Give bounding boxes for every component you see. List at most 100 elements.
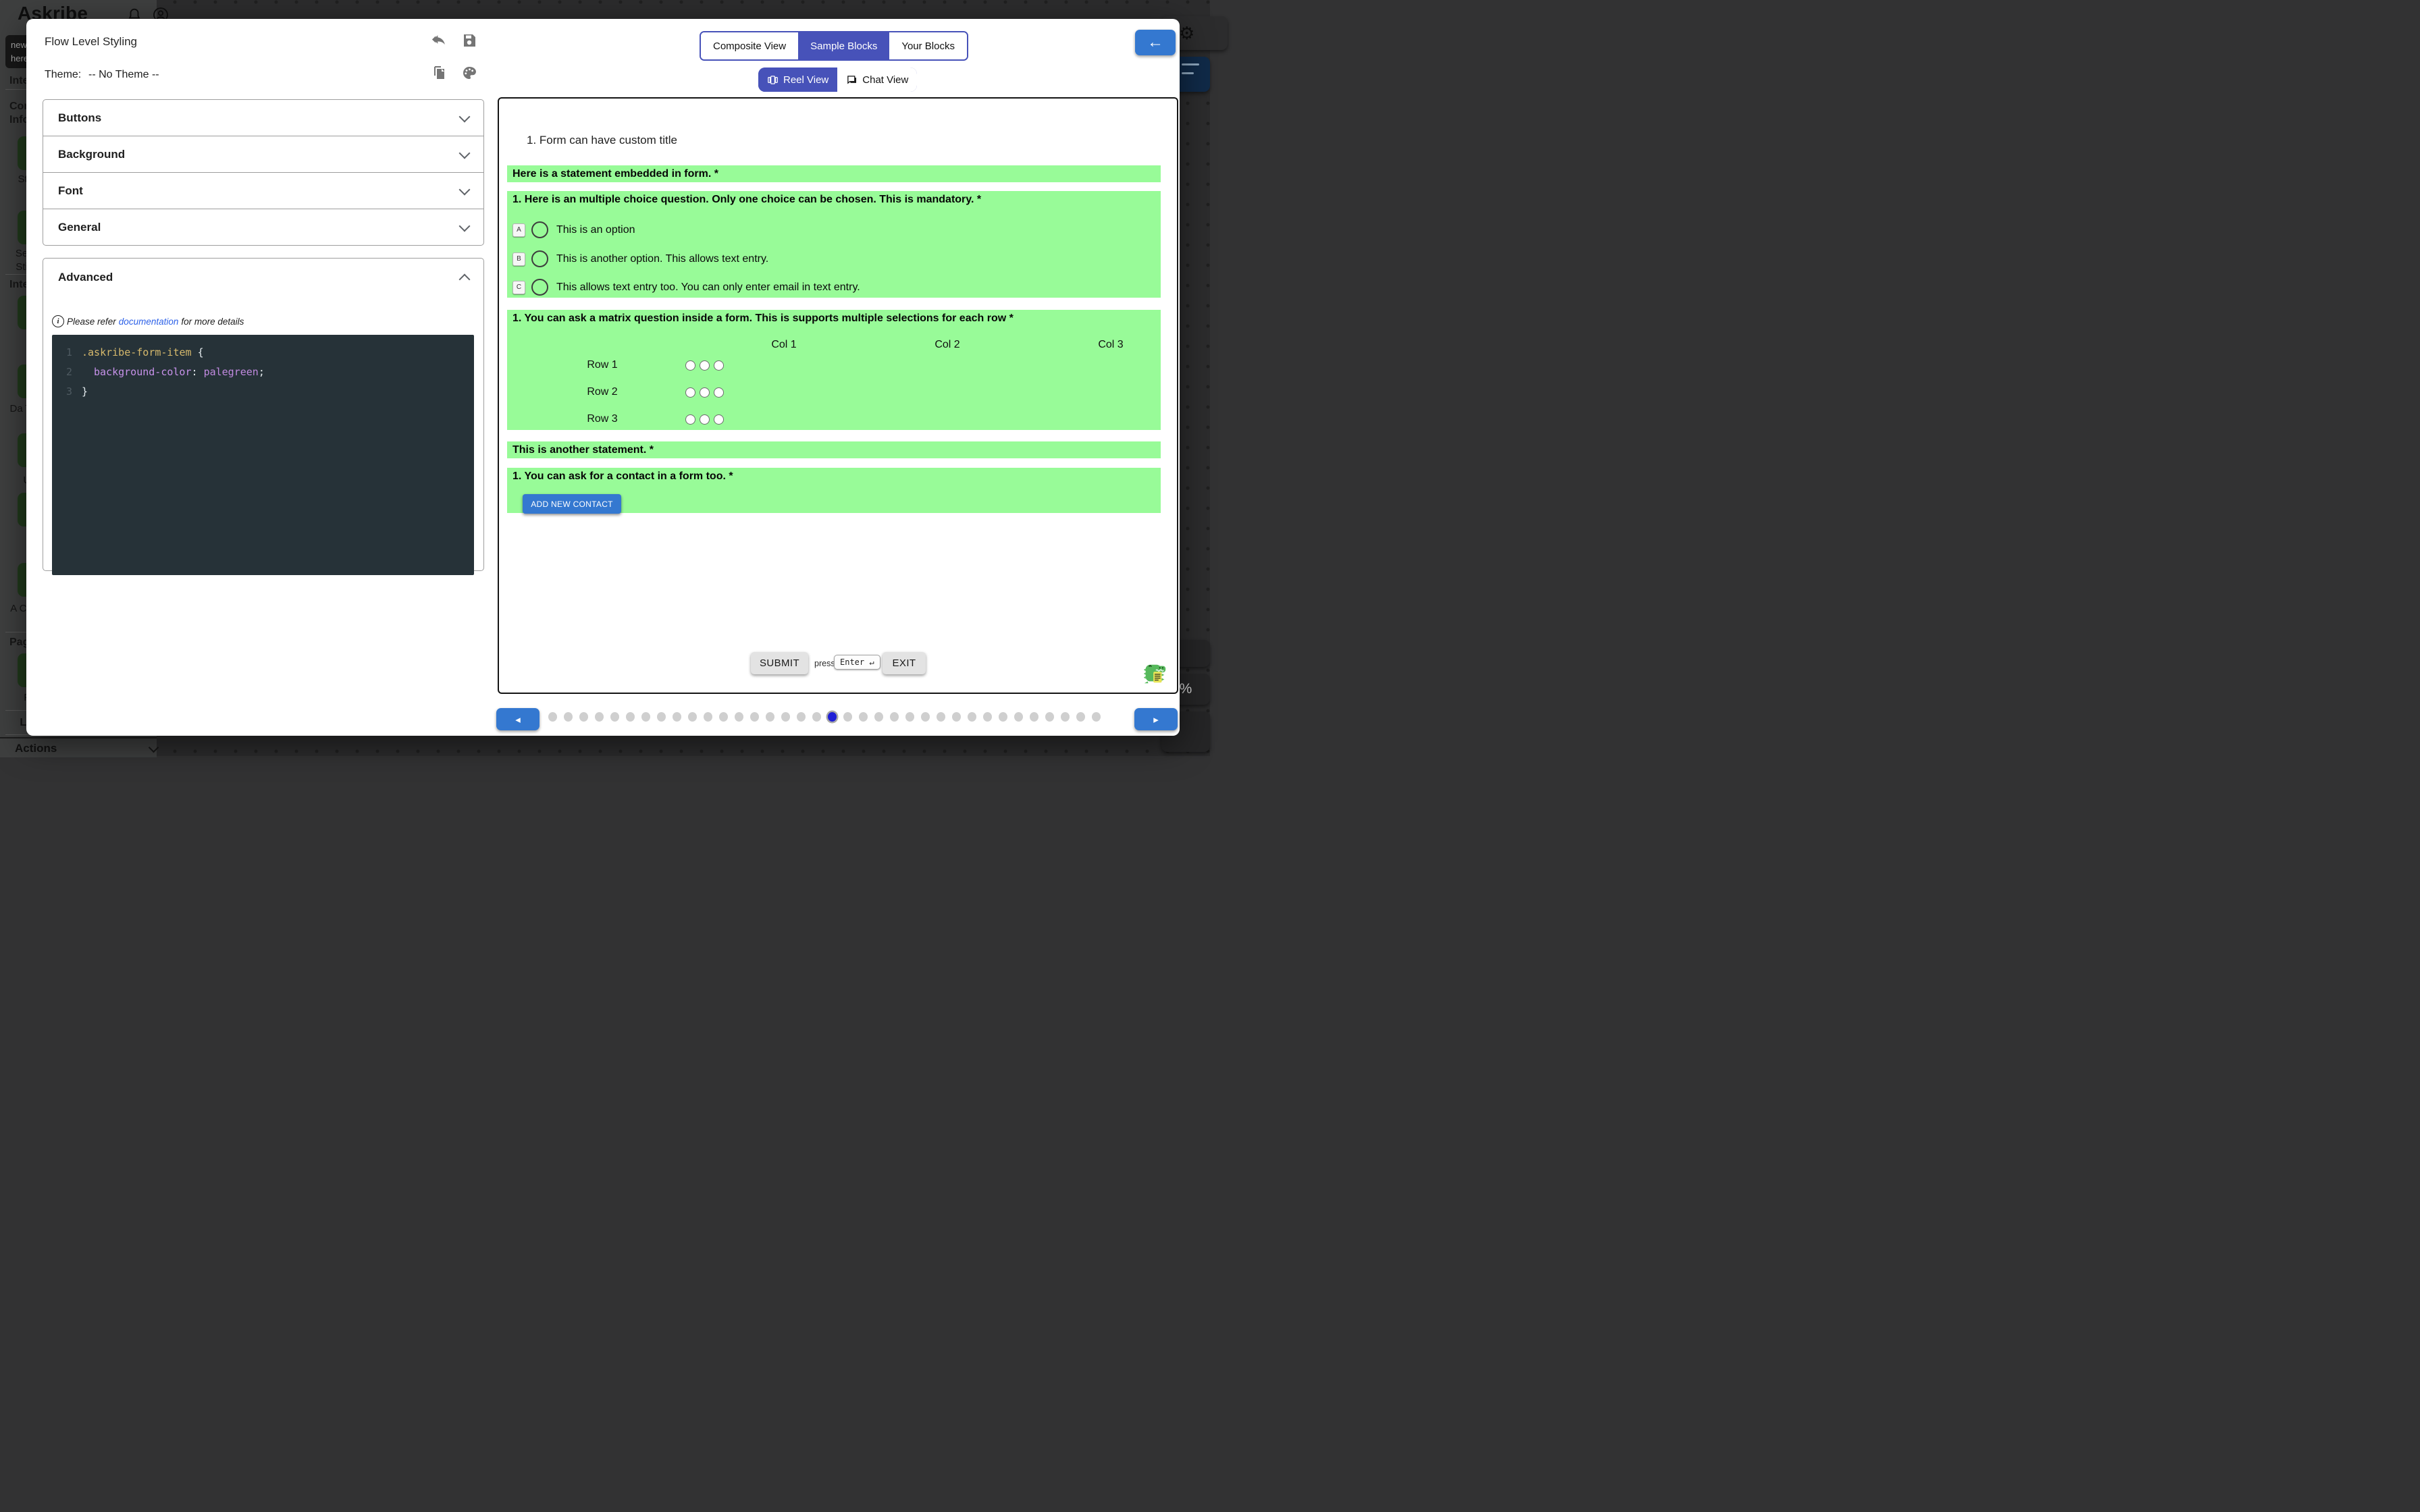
pager-dot[interactable]: [874, 712, 883, 722]
pager-dot[interactable]: [641, 712, 650, 722]
pager-dot[interactable]: [766, 712, 774, 722]
pager-dot[interactable]: [610, 712, 619, 722]
pager-dot[interactable]: [905, 712, 914, 722]
matrix-circle[interactable]: [685, 360, 695, 371]
accordion-row-background[interactable]: Background: [43, 136, 483, 172]
mode-tab-label: Chat View: [862, 74, 909, 86]
matrix-row-circles: [685, 387, 724, 398]
back-button[interactable]: ←: [1135, 30, 1176, 55]
advanced-header[interactable]: Advanced: [43, 259, 483, 296]
percent-label: %: [1179, 681, 1192, 697]
crocodile-mascot-icon: [1142, 660, 1168, 687]
pager-dot[interactable]: [673, 712, 681, 722]
pager-dot[interactable]: [1076, 712, 1085, 722]
pager-dot[interactable]: [564, 712, 573, 722]
view-tab-your-blocks[interactable]: Your Blocks: [889, 32, 967, 59]
accordion-row-buttons[interactable]: Buttons: [43, 100, 483, 136]
pager-dot[interactable]: [1045, 712, 1054, 722]
option-radio[interactable]: [531, 221, 548, 238]
advanced-section: Advanced i Please refer documentation fo…: [43, 258, 484, 575]
actions-row[interactable]: Actions: [0, 737, 159, 757]
form-title: 1. Form can have custom title: [527, 134, 677, 146]
mode-tab-chat-view[interactable]: Chat View: [837, 68, 918, 92]
save-icon[interactable]: [461, 32, 477, 49]
pager-dot[interactable]: [937, 712, 945, 722]
pager-dot[interactable]: [843, 712, 852, 722]
view-tabs: Composite View Sample Blocks Your Blocks: [700, 31, 968, 61]
pager-dot-active[interactable]: [828, 712, 837, 722]
mode-tabs: Reel View Chat View: [758, 68, 918, 92]
accordion-row-font[interactable]: Font: [43, 172, 483, 209]
choice-option-row: A This is an option: [512, 221, 635, 238]
pager-dot[interactable]: [999, 712, 1007, 722]
pager-dot[interactable]: [548, 712, 557, 722]
submit-button[interactable]: SUBMIT: [751, 652, 808, 674]
matrix-circle[interactable]: [714, 414, 724, 425]
matrix-circle[interactable]: [700, 360, 710, 371]
pager-dot[interactable]: [1092, 712, 1101, 722]
matrix-col-header: Col 1: [771, 339, 797, 350]
option-radio[interactable]: [531, 250, 548, 267]
chat-icon: [846, 74, 858, 86]
css-code-editor[interactable]: 1 .askribe-form-item {2 background-color: …: [52, 335, 474, 575]
pager-dot[interactable]: [859, 712, 868, 722]
pager-dot[interactable]: [797, 712, 806, 722]
pager-dot[interactable]: [983, 712, 992, 722]
pager-dot[interactable]: [750, 712, 759, 722]
documentation-link[interactable]: documentation: [119, 317, 179, 327]
matrix-circle[interactable]: [685, 414, 695, 425]
matrix-circle[interactable]: [714, 387, 724, 398]
pager-dot[interactable]: [657, 712, 666, 722]
pager-dot[interactable]: [626, 712, 635, 722]
pager-dot[interactable]: [735, 712, 743, 722]
view-tab-sample-blocks[interactable]: Sample Blocks: [798, 32, 890, 59]
statement-2-text: This is another statement. *: [512, 444, 654, 456]
pager-dot[interactable]: [579, 712, 588, 722]
pager-dot[interactable]: [1014, 712, 1023, 722]
pager-dot[interactable]: [1061, 712, 1070, 722]
undo-icon[interactable]: [431, 32, 448, 49]
matrix-circle[interactable]: [700, 414, 710, 425]
statement-block-2: This is another statement. *: [507, 441, 1161, 458]
mode-tab-reel-view[interactable]: Reel View: [758, 68, 838, 92]
option-label: This is another option. This allows text…: [556, 252, 769, 265]
copy-theme-icon[interactable]: [431, 65, 448, 81]
pager-dot[interactable]: [921, 712, 930, 722]
pager-dot[interactable]: [595, 712, 604, 722]
view-tab-composite-view[interactable]: Composite View: [701, 32, 799, 59]
pager-dot[interactable]: [781, 712, 790, 722]
code-line: 1 .askribe-form-item {: [52, 343, 474, 362]
matrix-row-label: Row 1: [587, 359, 618, 371]
theme-value: -- No Theme --: [88, 69, 159, 80]
multiple-choice-block: 1. Here is an multiple choice question. …: [507, 191, 1161, 298]
option-radio[interactable]: [531, 279, 548, 296]
pager-dot[interactable]: [812, 712, 821, 722]
option-key-badge: C: [512, 280, 525, 294]
add-new-contact-button[interactable]: ADD NEW CONTACT: [523, 494, 621, 514]
pager-dot[interactable]: [1030, 712, 1038, 722]
left-arrow-icon: ◂: [515, 713, 521, 726]
exit-button[interactable]: EXIT: [883, 652, 926, 674]
multiple-choice-title: 1. Here is an multiple choice question. …: [512, 194, 982, 205]
code-line-text: }: [82, 385, 88, 398]
matrix-circle[interactable]: [714, 360, 724, 371]
code-line-text: .askribe-form-item {: [82, 346, 204, 358]
matrix-circle[interactable]: [700, 387, 710, 398]
actions-label: Actions: [15, 742, 57, 755]
pager-dot[interactable]: [719, 712, 728, 722]
pager-prev-button[interactable]: ◂: [496, 708, 540, 730]
pager-dot[interactable]: [952, 712, 961, 722]
accordion-label: Font: [58, 184, 83, 197]
accordion-row-general[interactable]: General: [43, 209, 483, 245]
code-line-number: 2: [65, 366, 72, 378]
pager-dot[interactable]: [968, 712, 976, 722]
chevron-down-icon: [458, 184, 471, 195]
palette-icon[interactable]: [461, 65, 477, 81]
pager-dot[interactable]: [890, 712, 899, 722]
pager-dot[interactable]: [704, 712, 712, 722]
pager-next-button[interactable]: ▸: [1134, 708, 1178, 730]
code-line-number: 1: [65, 346, 72, 358]
matrix-block: 1. You can ask a matrix question inside …: [507, 310, 1161, 430]
pager-dot[interactable]: [688, 712, 697, 722]
matrix-circle[interactable]: [685, 387, 695, 398]
